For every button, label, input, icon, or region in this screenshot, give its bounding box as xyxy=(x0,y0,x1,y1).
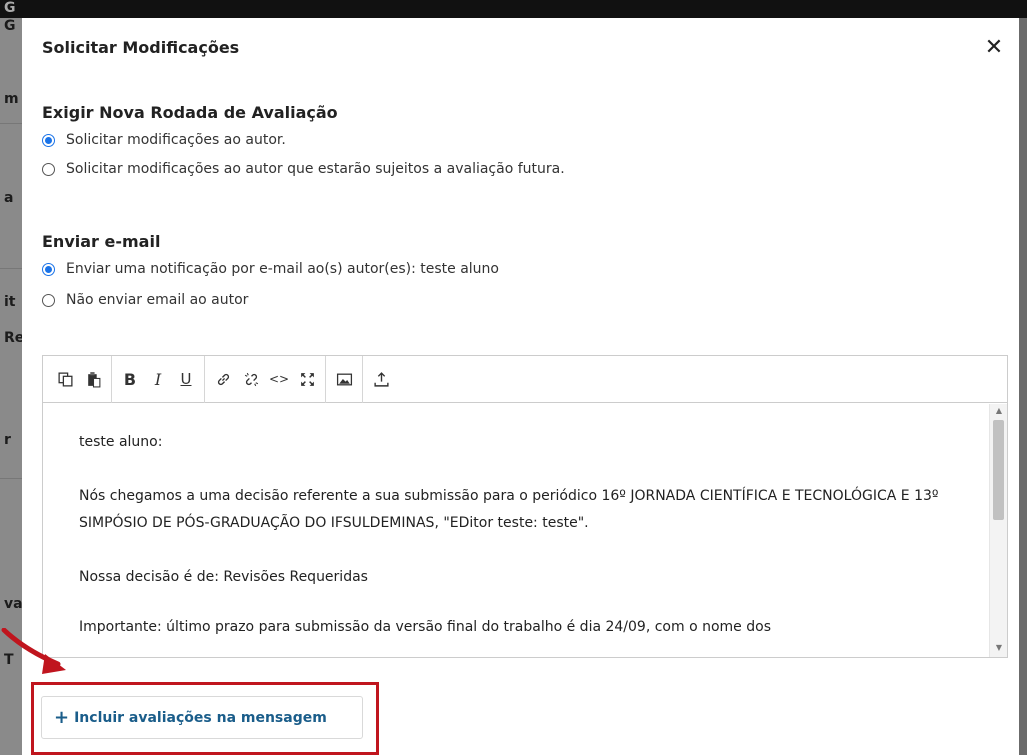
annotation-arrow-icon xyxy=(1,628,66,674)
toolbar-group-media xyxy=(330,355,363,403)
review-round-title: Exigir Nova Rodada de Avaliação xyxy=(42,103,338,122)
radio-send-email[interactable]: Enviar uma notificação por e-mail ao(s) … xyxy=(42,261,499,277)
background-right-strip xyxy=(1018,18,1027,755)
unlink-icon[interactable] xyxy=(237,365,265,393)
background-divider xyxy=(0,268,24,269)
email-paragraph: Importante: último prazo para submissão … xyxy=(79,619,771,635)
background-text-fragment: it xyxy=(4,294,16,310)
close-icon[interactable]: ✕ xyxy=(982,36,1006,60)
radio-label: Solicitar modificações ao autor. xyxy=(66,132,286,148)
radio-label: Não enviar email ao autor xyxy=(66,292,249,308)
scroll-down-icon[interactable]: ▼ xyxy=(990,641,1008,655)
email-paragraph: Nossa decisão é de: Revisões Requeridas xyxy=(79,569,368,585)
background-text-fragment: va xyxy=(4,596,23,612)
copy-icon[interactable] xyxy=(51,365,79,393)
editor-content[interactable]: teste aluno: Nós chegamos a uma decisão … xyxy=(43,404,989,657)
radio-unchecked-icon[interactable] xyxy=(42,293,55,307)
editor-toolbar: B I U <> xyxy=(43,355,1007,403)
link-icon[interactable] xyxy=(209,365,237,393)
background-divider xyxy=(0,123,24,124)
radio-request-revisions[interactable]: Solicitar modificações ao autor. xyxy=(42,132,286,148)
bold-icon[interactable]: B xyxy=(116,365,144,393)
send-email-title: Enviar e-mail xyxy=(42,232,161,251)
email-paragraph: Nós chegamos a uma decisão referente a s… xyxy=(79,488,939,531)
scroll-up-icon[interactable]: ▲ xyxy=(990,404,1008,418)
modal-title: Solicitar Modificações xyxy=(42,38,240,57)
email-editor: B I U <> teste aluno: Nós chegamos a uma… xyxy=(42,355,1008,658)
toolbar-group-clipboard xyxy=(51,355,112,403)
highlight-box xyxy=(31,682,379,755)
request-revisions-modal: Solicitar Modificações ✕ Exigir Nova Rod… xyxy=(22,18,1019,755)
background-text-fragment: m xyxy=(4,91,19,107)
radio-label: Enviar uma notificação por e-mail ao(s) … xyxy=(66,261,499,277)
paste-icon[interactable] xyxy=(79,365,107,393)
background-text-fragment: G xyxy=(4,0,16,16)
code-icon[interactable]: <> xyxy=(265,365,293,393)
italic-icon[interactable]: I xyxy=(144,365,172,393)
background-text-fragment: r xyxy=(4,432,11,448)
toolbar-group-format: B I U xyxy=(116,355,205,403)
image-icon[interactable] xyxy=(330,365,358,393)
underline-icon[interactable]: U xyxy=(172,365,200,393)
radio-unchecked-icon[interactable] xyxy=(42,162,55,176)
background-text-fragment: G xyxy=(4,18,16,34)
radio-skip-email[interactable]: Não enviar email ao autor xyxy=(42,292,248,308)
upload-icon[interactable] xyxy=(367,365,395,393)
toolbar-group-upload xyxy=(367,356,399,403)
radio-label: Solicitar modificações ao autor que esta… xyxy=(66,161,565,177)
background-text-fragment: Re xyxy=(4,330,24,346)
radio-checked-icon[interactable] xyxy=(42,262,55,276)
toolbar-group-insert: <> xyxy=(209,355,326,403)
background-divider xyxy=(0,478,24,479)
scrollbar-thumb[interactable] xyxy=(993,420,1004,520)
fullscreen-icon[interactable] xyxy=(293,365,321,393)
radio-resubmit-for-review[interactable]: Solicitar modificações ao autor que esta… xyxy=(42,161,565,177)
background-text-fragment: a xyxy=(4,190,14,206)
radio-checked-icon[interactable] xyxy=(42,133,55,147)
editor-scrollbar[interactable]: ▲ ▼ xyxy=(989,404,1007,657)
email-paragraph: teste aluno: xyxy=(79,434,163,450)
background-header-bar: G xyxy=(0,0,1027,18)
